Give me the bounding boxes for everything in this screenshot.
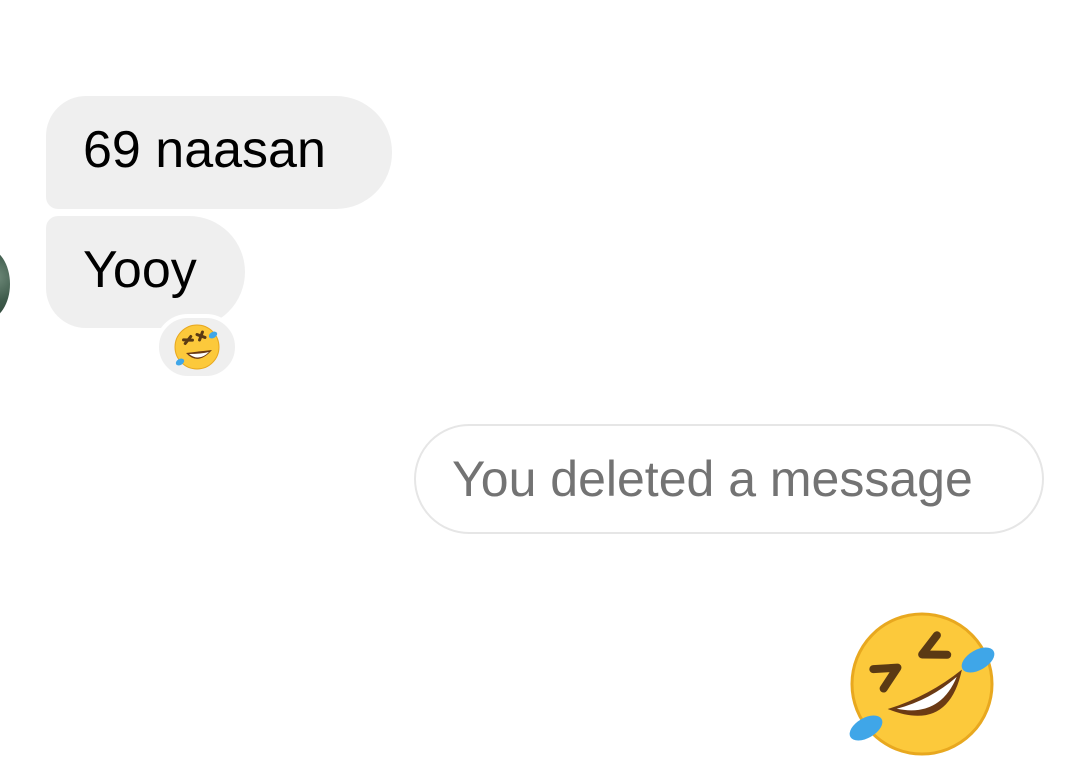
deleted-message-notice[interactable]: You deleted a message — [414, 424, 1044, 534]
message-reaction[interactable] — [155, 314, 239, 380]
sender-avatar[interactable] — [0, 248, 10, 320]
message-bubble-incoming[interactable]: Yooy — [46, 216, 245, 328]
message-text: Yooy — [83, 241, 197, 299]
rolling-on-the-floor-laughing-icon[interactable] — [846, 608, 1002, 756]
message-bubble-incoming[interactable]: 69 naasan — [46, 96, 392, 209]
rolling-on-the-floor-laughing-icon — [174, 324, 220, 370]
deleted-message-text: You deleted a message — [452, 451, 973, 507]
message-text: 69 naasan — [83, 121, 326, 179]
